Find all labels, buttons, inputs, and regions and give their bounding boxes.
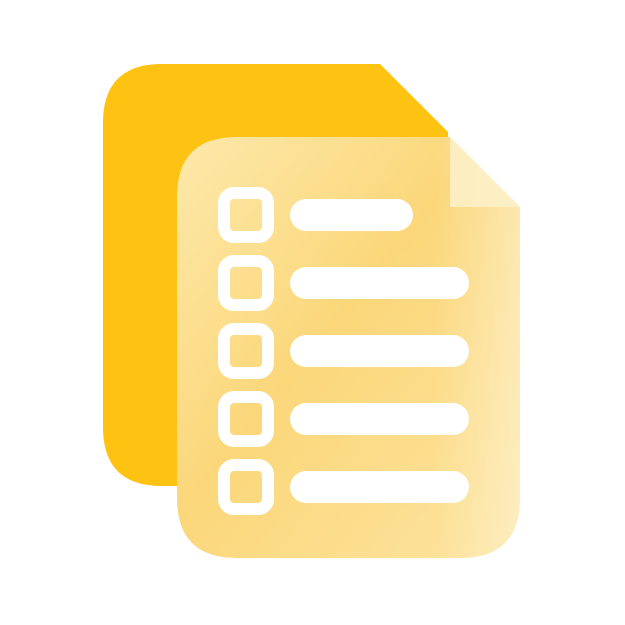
document-checklist-icon xyxy=(103,64,520,558)
icon-canvas xyxy=(0,0,625,625)
folded-corner xyxy=(450,137,520,207)
